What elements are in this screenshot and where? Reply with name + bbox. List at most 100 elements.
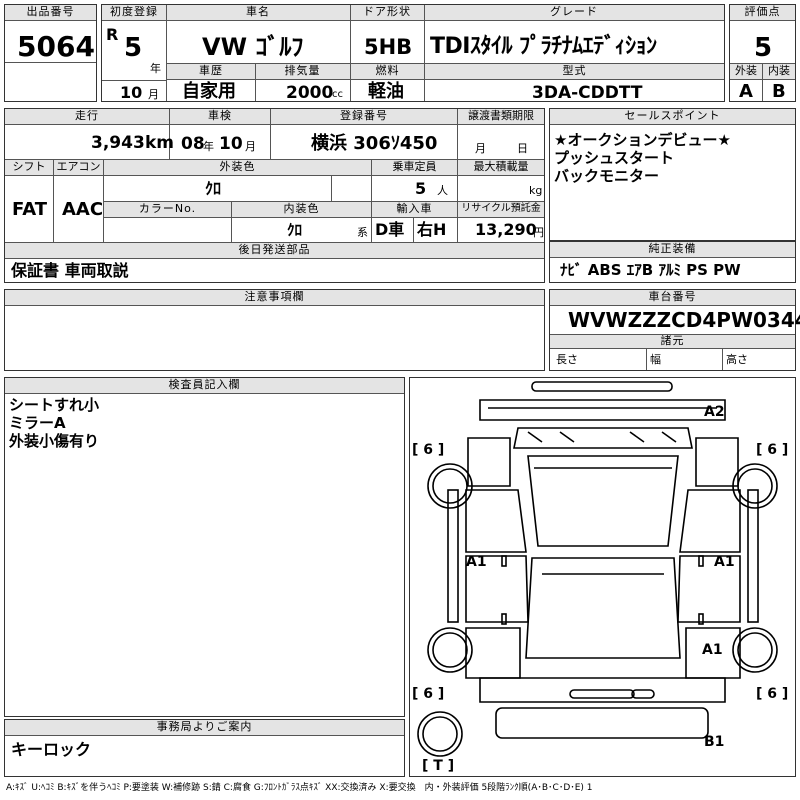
ac: AAC xyxy=(62,199,104,220)
recycle: 13,290 xyxy=(475,220,537,239)
sales-point-box: セールスポイント ★オークションデビュー★ プッシュスタート バックモニター xyxy=(549,108,796,241)
notes-box: 注意事項欄 xyxy=(4,289,545,371)
length-label: 長さ xyxy=(556,353,578,366)
int-grade-label: 内装 xyxy=(763,64,795,80)
inspection-month-unit: 月 xyxy=(245,140,256,153)
inspector-label: 検査員記入欄 xyxy=(5,378,404,394)
inspection-year-unit: 年 xyxy=(203,140,214,153)
ext-color: ｸﾛ xyxy=(205,179,222,198)
mileage-label: 走行 xyxy=(5,109,169,125)
height-label: 高さ xyxy=(726,353,748,366)
first-reg-label: 初度登録 xyxy=(102,5,166,21)
first-reg-year: 5 xyxy=(124,33,143,63)
lot-number-box: 出品番号 5064 xyxy=(4,4,97,102)
rear-mark: B1 xyxy=(704,734,724,750)
spare-tire: [ T ] xyxy=(422,758,454,774)
load-label: 最大積載量 xyxy=(458,160,544,176)
inspector-box: 検査員記入欄 シートすれ小 ミラーA 外装小傷有り xyxy=(4,377,405,717)
model: 3DA-CDDTT xyxy=(532,83,643,103)
office-label: 事務局よりご案内 xyxy=(5,720,404,736)
details-box: 走行 車検 登録番号 譲渡書類期限 3,943 km 08 年 10 月 横浜 … xyxy=(4,108,545,283)
lot-number: 5064 xyxy=(17,30,95,63)
ext-grade: A xyxy=(739,81,753,102)
color-no-label: カラーNo. xyxy=(104,202,231,218)
left-door-mark: A1 xyxy=(466,554,487,570)
fuel-label: 燃料 xyxy=(351,64,424,80)
capacity-label: 乗車定員 xyxy=(372,160,457,176)
door-type: 5HB xyxy=(364,35,413,59)
ac-label: エアコン xyxy=(54,160,103,176)
int-color-label: 内装色 xyxy=(232,202,371,218)
recycle-label: リサイクル預託金 xyxy=(458,202,544,218)
inspection-year: 08 xyxy=(181,134,205,154)
right-door-mark: A1 xyxy=(714,554,735,570)
legend: A:ｷｽﾞ U:ﾍｺﾐ B:ｷｽﾞを伴うﾍｺﾐ P:要塗装 W:補修跡 S:錆 … xyxy=(6,783,593,793)
lot-number-label: 出品番号 xyxy=(5,5,96,21)
tire-front-left: [ 6 ] xyxy=(412,442,444,458)
roof-mark: A2 xyxy=(704,404,725,420)
chassis-label: 車台番号 xyxy=(550,290,795,306)
history-label: 車歴 xyxy=(167,64,255,80)
year-unit: 年 xyxy=(150,62,161,75)
ext-grade-label: 外装 xyxy=(730,64,762,80)
office-box: 事務局よりご案内 キーロック xyxy=(4,719,405,777)
int-color-suffix: 系 xyxy=(357,226,368,239)
equipment-box: 純正装備 ﾅﾋﾞ ABS ｴｱB ｱﾙﾐ PS PW xyxy=(549,241,796,283)
displacement-label: 排気量 xyxy=(255,64,350,80)
width-label: 幅 xyxy=(650,353,661,366)
yen-unit: 円 xyxy=(533,226,544,239)
int-grade: B xyxy=(772,81,786,102)
inspection-month: 10 xyxy=(219,134,243,154)
equipment-items: ﾅﾋﾞ ABS ｴｱB ｱﾙﾐ PS PW xyxy=(560,261,741,279)
era-mark: R xyxy=(106,25,119,44)
plate: 横浜 306ｿ450 xyxy=(311,133,438,154)
office-text: キーロック xyxy=(11,740,92,759)
car-name-label: 車名 xyxy=(166,5,350,21)
transfer-label: 譲渡書類期限 xyxy=(458,109,544,125)
fuel: 軽油 xyxy=(368,81,404,102)
history: 自家用 xyxy=(182,81,236,102)
cc-unit: cc xyxy=(332,89,343,100)
steering: 右H xyxy=(417,220,447,239)
sales-point-lines: ★オークションデビュー★ プッシュスタート バックモニター xyxy=(554,131,731,185)
import-label: 輸入車 xyxy=(372,202,457,218)
chassis-box: 車台番号 WVWZZZCD4PW034482 諸元 長さ 幅 高さ xyxy=(549,289,800,371)
displacement: 2000 xyxy=(286,83,334,103)
inspection-label: 車検 xyxy=(170,109,270,125)
tire-front-right: [ 6 ] xyxy=(756,442,788,458)
transfer-month-unit: 月 xyxy=(475,142,486,155)
tire-rear-left: [ 6 ] xyxy=(412,686,444,702)
dims-label: 諸元 xyxy=(550,335,795,349)
capacity: 5 xyxy=(415,179,427,198)
int-color: ｸﾛ xyxy=(287,221,303,239)
notes-label: 注意事項欄 xyxy=(5,290,544,306)
later-items-label: 後日発送部品 xyxy=(5,243,544,259)
chassis-number: WVWZZZCD4PW034482 xyxy=(568,308,800,332)
ext-color-label: 外装色 xyxy=(104,160,371,176)
tire-rear-right: [ 6 ] xyxy=(756,686,788,702)
import-type: D車 xyxy=(375,220,405,239)
equipment-label: 純正装備 xyxy=(550,242,795,258)
km-unit: km xyxy=(145,133,175,153)
capacity-unit: 人 xyxy=(437,184,448,197)
score-box: 評価点 5 外装 内装 A B xyxy=(729,4,796,102)
right-rear-mark: A1 xyxy=(702,642,723,658)
grade: TDIｽﾀｲﾙ ﾌﾟﾗﾁﾅﾑｴﾃﾞｨｼｮﾝ xyxy=(430,34,657,59)
transfer-day-unit: 日 xyxy=(517,142,528,155)
car-diagram: A2 A1 A1 A1 B1 [ 6 ] [ 6 ] [ 6 ] [ 6 ] [… xyxy=(412,381,788,774)
mileage: 3,943 xyxy=(91,133,145,153)
score-label: 評価点 xyxy=(730,5,795,21)
load-unit: kg xyxy=(529,184,543,197)
first-reg-month: 10 xyxy=(120,83,143,102)
month-unit: 月 xyxy=(148,88,159,101)
sales-point-label: セールスポイント xyxy=(550,109,795,125)
car-diagram-box: A2 A1 A1 A1 B1 [ 6 ] [ 6 ] [ 6 ] [ 6 ] [… xyxy=(409,377,796,777)
inspector-lines: シートすれ小 ミラーA 外装小傷有り xyxy=(9,396,100,450)
later-items: 保証書 車両取説 xyxy=(11,261,129,280)
main-header-box: 初度登録 車名 ドア形状 グレード R 5 年 VW ｺﾞﾙﾌ 5HB TDIｽ… xyxy=(101,4,725,102)
shift: FAT xyxy=(12,199,48,220)
car-name: VW ｺﾞﾙﾌ xyxy=(202,33,304,61)
plate-label: 登録番号 xyxy=(271,109,457,125)
score: 5 xyxy=(754,33,773,63)
door-label: ドア形状 xyxy=(350,5,424,21)
